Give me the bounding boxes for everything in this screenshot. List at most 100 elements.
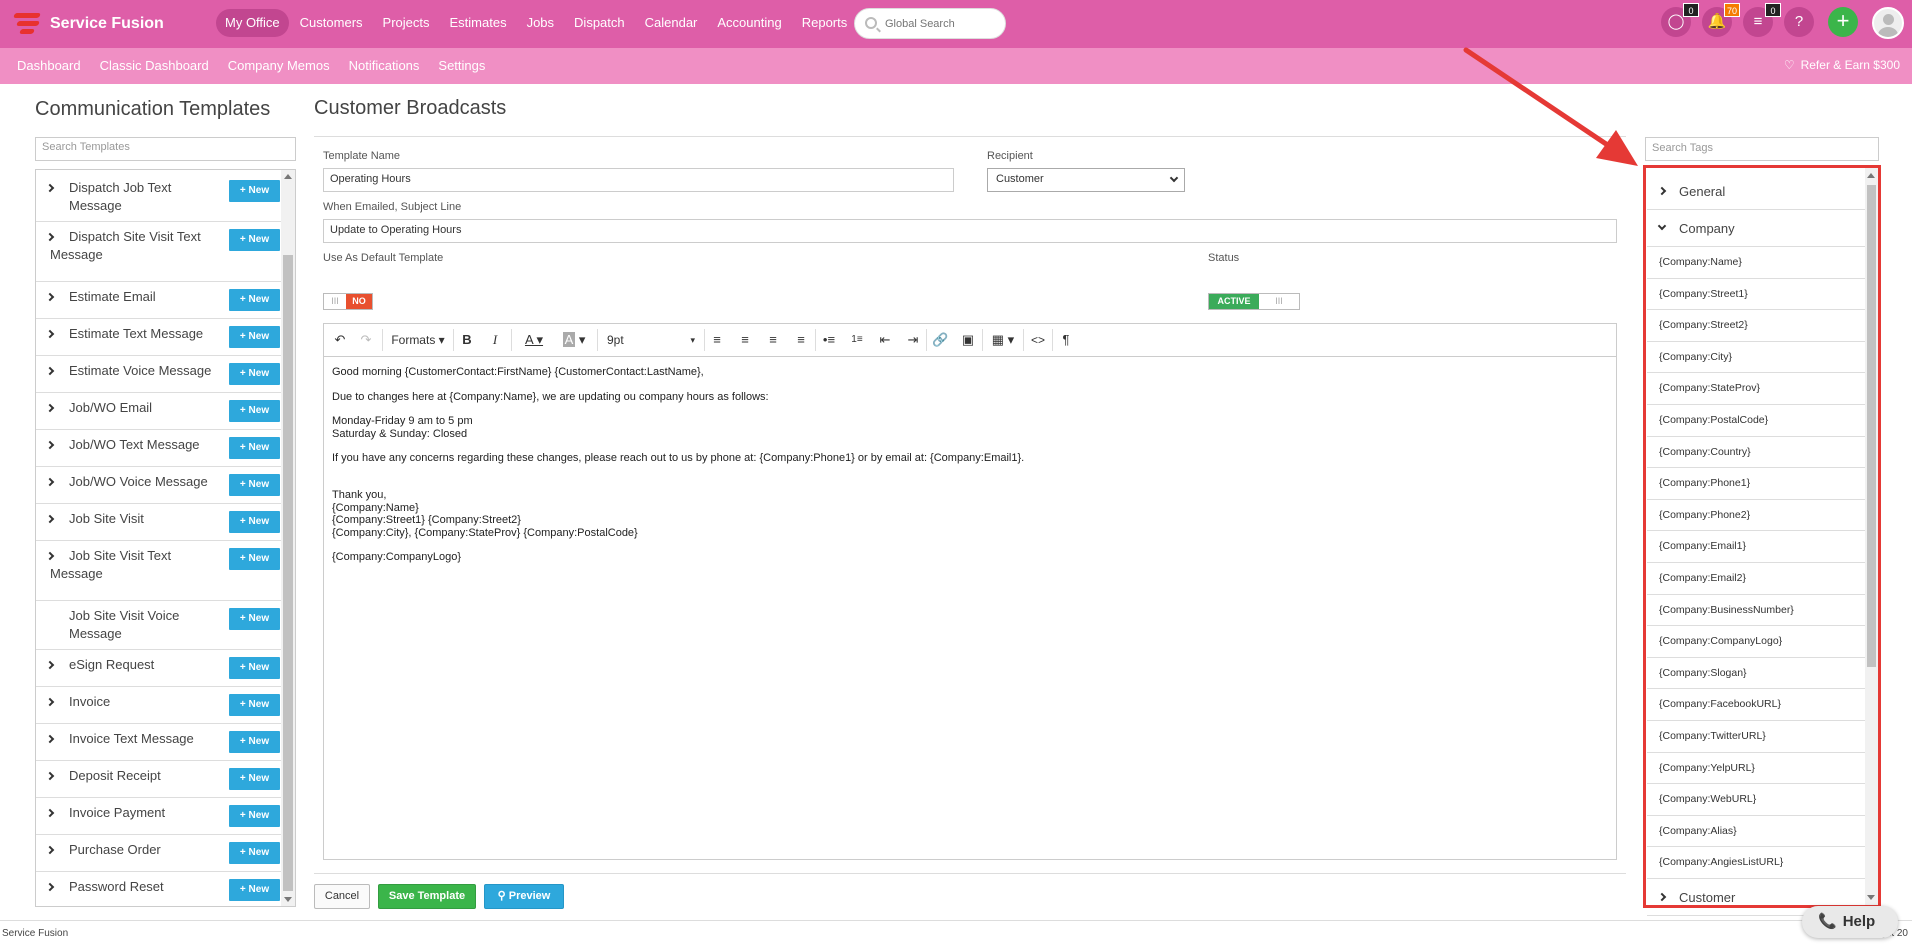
tag-group-general[interactable]: General xyxy=(1647,173,1865,210)
tag-item[interactable]: {Company:Street2} xyxy=(1647,310,1865,342)
template-list-item[interactable]: Job Site Visit + New xyxy=(36,504,281,541)
new-template-button[interactable]: + New xyxy=(229,842,280,864)
template-list-item[interactable]: Job Site Visit Voice Message + New xyxy=(36,601,281,650)
tag-item[interactable]: {Company:Phone2} xyxy=(1647,500,1865,532)
new-template-button[interactable]: + New xyxy=(229,400,280,422)
new-template-button[interactable]: + New xyxy=(229,437,280,459)
bold-icon[interactable]: B xyxy=(459,330,475,350)
new-template-button[interactable]: + New xyxy=(229,289,280,311)
help-button[interactable]: ? xyxy=(1784,7,1814,37)
template-list-item[interactable]: eSign Request + New xyxy=(36,650,281,687)
editor-content[interactable]: Good morning {CustomerContact:FirstName}… xyxy=(332,366,1602,576)
new-template-button[interactable]: + New xyxy=(229,731,280,753)
new-template-button[interactable]: + New xyxy=(229,805,280,827)
subnav-notifications[interactable]: Notifications xyxy=(349,58,420,73)
new-template-button[interactable]: + New xyxy=(229,511,280,533)
cancel-button[interactable]: Cancel xyxy=(314,884,370,909)
font-size-dropdown[interactable]: 9pt ▾ xyxy=(603,330,699,350)
template-list-item[interactable]: Estimate Email + New xyxy=(36,282,281,319)
tag-item[interactable]: {Company:StateProv} xyxy=(1647,373,1865,405)
scroll-up-icon[interactable] xyxy=(1867,173,1875,178)
template-list-item[interactable]: Job/WO Text Message + New xyxy=(36,430,281,467)
indent-icon[interactable]: ⇥ xyxy=(905,330,921,350)
app-logo[interactable]: Service Fusion xyxy=(13,10,164,38)
status-toggle[interactable]: ACTIVE III xyxy=(1208,293,1300,310)
template-list-item[interactable]: Estimate Voice Message + New xyxy=(36,356,281,393)
scroll-down-icon[interactable] xyxy=(1867,895,1875,900)
tag-item[interactable]: {Company:Email2} xyxy=(1647,563,1865,595)
nav-customers[interactable]: Customers xyxy=(291,9,372,37)
help-widget-button[interactable]: 📞 Help xyxy=(1802,906,1898,938)
tag-item[interactable]: {Company:Name} xyxy=(1647,247,1865,279)
new-template-button[interactable]: + New xyxy=(229,548,280,570)
tag-item[interactable]: {Company:PostalCode} xyxy=(1647,405,1865,437)
template-list-item[interactable]: Purchase Order + New xyxy=(36,835,281,872)
source-code-icon[interactable]: <> xyxy=(1029,330,1047,350)
refer-link[interactable]: ♡ Refer & Earn $300 xyxy=(1784,58,1900,72)
template-list-item[interactable]: Job/WO Voice Message + New xyxy=(36,467,281,504)
templates-scrollbar[interactable] xyxy=(281,170,295,906)
tag-item[interactable]: {Company:TwitterURL} xyxy=(1647,721,1865,753)
tag-group-company[interactable]: Company xyxy=(1647,210,1865,247)
tag-item[interactable]: {Company:Country} xyxy=(1647,437,1865,469)
chat-button[interactable]: ◯ 0 xyxy=(1661,3,1699,37)
template-list-item[interactable]: Invoice Payment + New xyxy=(36,798,281,835)
nav-calendar[interactable]: Calendar xyxy=(636,9,707,37)
nav-estimates[interactable]: Estimates xyxy=(441,9,516,37)
tag-item[interactable]: {Company:Street1} xyxy=(1647,279,1865,311)
new-template-button[interactable]: + New xyxy=(229,326,280,348)
align-left-icon[interactable]: ≡ xyxy=(709,330,725,350)
formats-dropdown[interactable]: Formats ▾ xyxy=(388,330,448,350)
new-template-button[interactable]: + New xyxy=(229,608,280,630)
italic-icon[interactable]: I xyxy=(487,330,503,350)
template-name-input[interactable]: Operating Hours xyxy=(323,168,954,192)
nav-dispatch[interactable]: Dispatch xyxy=(565,9,634,37)
template-list-item[interactable]: Dispatch Job Text Message + New xyxy=(36,173,281,222)
outdent-icon[interactable]: ⇤ xyxy=(877,330,893,350)
tag-item[interactable]: {Company:Slogan} xyxy=(1647,658,1865,690)
tag-item[interactable]: {Company:Alias} xyxy=(1647,816,1865,848)
subnav-company-memos[interactable]: Company Memos xyxy=(228,58,330,73)
align-justify-icon[interactable]: ≡ xyxy=(793,330,809,350)
nav-my-office[interactable]: My Office xyxy=(216,9,289,37)
tag-item[interactable]: {Company:AngiesListURL} xyxy=(1647,847,1865,879)
scroll-thumb[interactable] xyxy=(283,255,293,891)
paragraph-icon[interactable]: ¶ xyxy=(1058,330,1074,350)
new-template-button[interactable]: + New xyxy=(229,229,280,251)
tag-item[interactable]: {Company:WebURL} xyxy=(1647,784,1865,816)
add-button[interactable]: + xyxy=(1828,7,1858,37)
new-template-button[interactable]: + New xyxy=(229,768,280,790)
redo-icon[interactable]: ↷ xyxy=(358,330,374,350)
tag-item[interactable]: {Company:City} xyxy=(1647,342,1865,374)
align-right-icon[interactable]: ≡ xyxy=(765,330,781,350)
nav-jobs[interactable]: Jobs xyxy=(518,9,563,37)
template-list-item[interactable]: Deposit Receipt + New xyxy=(36,761,281,798)
preview-button[interactable]: ⚲ Preview xyxy=(484,884,564,909)
align-center-icon[interactable]: ≡ xyxy=(737,330,753,350)
template-list-item[interactable]: Dispatch Site Visit Text Message + New xyxy=(36,222,281,282)
tag-item[interactable]: {Company:CompanyLogo} xyxy=(1647,626,1865,658)
tasks-button[interactable]: ≡ 0 xyxy=(1743,3,1781,37)
tag-item[interactable]: {Company:BusinessNumber} xyxy=(1647,595,1865,627)
undo-icon[interactable]: ↶ xyxy=(332,330,348,350)
tag-item[interactable]: {Company:YelpURL} xyxy=(1647,753,1865,785)
template-list-item[interactable]: Invoice Text Message + New xyxy=(36,724,281,761)
global-search[interactable] xyxy=(854,8,1006,39)
user-avatar[interactable] xyxy=(1872,7,1904,39)
template-list-item[interactable]: Job Site Visit Text Message + New xyxy=(36,541,281,601)
new-template-button[interactable]: + New xyxy=(229,657,280,679)
new-template-button[interactable]: + New xyxy=(229,363,280,385)
template-list-item[interactable]: Job/WO Email + New xyxy=(36,393,281,430)
nav-reports[interactable]: Reports xyxy=(793,9,857,37)
text-color-icon[interactable]: A ▾ xyxy=(517,330,551,350)
notifications-button[interactable]: 🔔 70 xyxy=(1702,3,1740,37)
tag-item[interactable]: {Company:FacebookURL} xyxy=(1647,689,1865,721)
search-templates-input[interactable]: Search Templates xyxy=(35,137,296,161)
background-color-icon[interactable]: A ▾ xyxy=(557,330,591,350)
search-tags-input[interactable]: Search Tags xyxy=(1645,137,1879,161)
subnav-dashboard[interactable]: Dashboard xyxy=(17,58,81,73)
tag-item[interactable]: {Company:Email1} xyxy=(1647,531,1865,563)
link-icon[interactable]: 🔗 xyxy=(932,330,948,350)
new-template-button[interactable]: + New xyxy=(229,474,280,496)
subject-input[interactable]: Update to Operating Hours xyxy=(323,219,1617,243)
